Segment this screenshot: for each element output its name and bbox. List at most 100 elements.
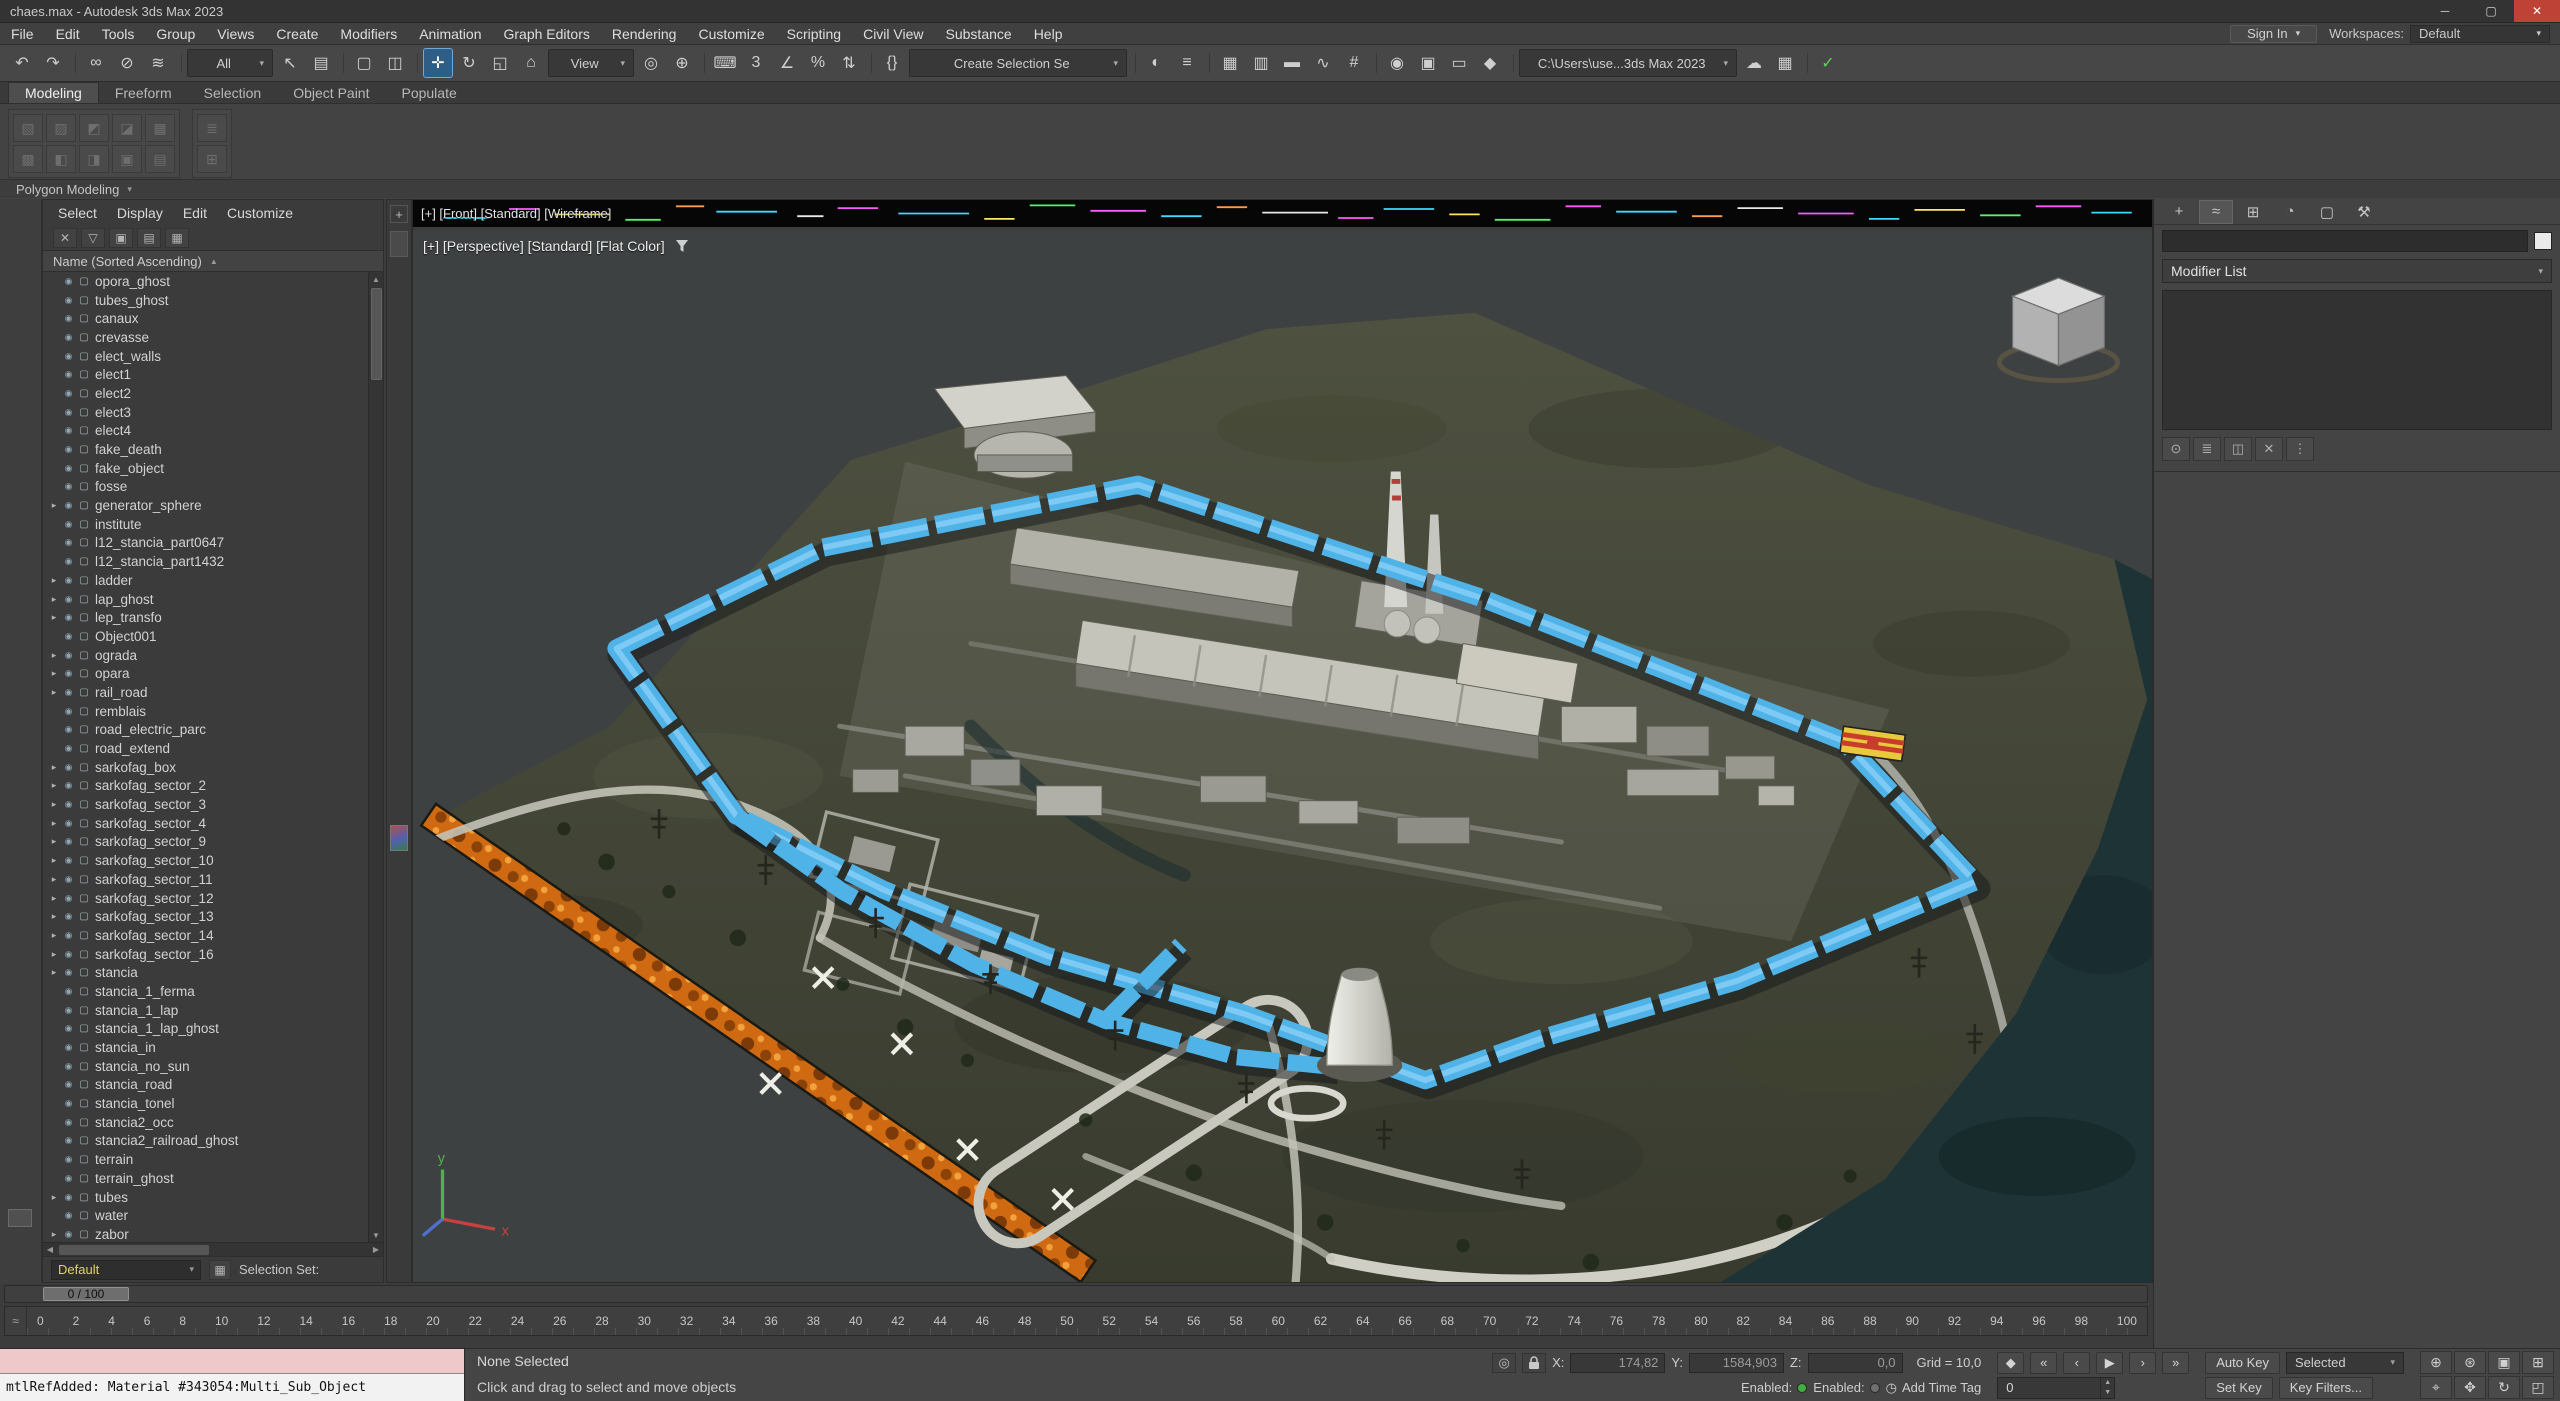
scene-object-row[interactable]: ▸ ◉ ▢ terrain [43,1150,368,1169]
curve-editor-icon[interactable]: ∿ ▾ [1309,49,1337,77]
expand-caret-icon[interactable]: ▸ [47,836,61,847]
scene-object-row[interactable]: ▸ ◉ ▢ generator_sphere [43,496,368,515]
ribbon-tab[interactable]: Object Paint [277,83,385,103]
viewport-filter-funnel-icon[interactable] [675,239,689,253]
menu-item[interactable]: Create [265,23,329,45]
expand-caret-icon[interactable]: ▸ [47,967,61,978]
project-folder-combo[interactable]: C:\Users\use...3ds Max 2023 ▾ [1519,49,1737,77]
spin-up-icon[interactable]: ▲ [2101,1378,2114,1388]
scene-object-row[interactable]: ▸ ◉ ▢ Object001 [43,627,368,646]
scene-object-row[interactable]: ▸ ◉ ▢ elect2 [43,384,368,403]
undo-icon[interactable]: ↶ ▾ [8,49,36,77]
expand-caret-icon[interactable]: ▸ [47,668,61,679]
reference-coordinate-dropdown[interactable]: View ▾ [548,49,634,77]
go-to-start-button[interactable]: « [2030,1352,2057,1374]
menu-item[interactable]: Graph Editors [492,23,600,45]
selection-lock-toggle[interactable] [1522,1353,1546,1373]
explorer-menu-item[interactable]: Edit [174,205,216,221]
scene-object-row[interactable]: ▸ ◉ ▢ canaux [43,309,368,328]
perspective-viewport[interactable]: x y z [+] [Perspective] [Standard] [Flat… [413,230,2152,1282]
next-frame-button[interactable]: › [2129,1352,2156,1374]
add-time-tag[interactable]: ◷Add Time Tag [1886,1380,1982,1396]
rendered-frame-window-icon[interactable]: ▭ ▾ [1445,49,1473,77]
menu-item[interactable]: Group [145,23,206,45]
frame-ruler[interactable]: 0246810121416182022242628303234363840424… [27,1307,2147,1335]
visibility-icon[interactable]: ◉ [61,986,76,997]
scene-object-row[interactable]: ▸ ◉ ▢ sarkofag_sector_10 [43,851,368,870]
visibility-icon[interactable]: ◉ [61,724,76,735]
expand-caret-icon[interactable]: ▸ [47,780,61,791]
expand-caret-icon[interactable]: ▸ [47,500,61,511]
scene-object-row[interactable]: ▸ ◉ ▢ elect_walls [43,347,368,366]
visibility-icon[interactable]: ◉ [61,1079,76,1090]
visibility-icon[interactable]: ◉ [61,687,76,698]
scene-object-row[interactable]: ▸ ◉ ▢ tubes [43,1188,368,1207]
use-pivot-point-icon[interactable]: ◎ ▾ [637,49,665,77]
menu-item[interactable]: Customize [687,23,775,45]
visibility-icon[interactable]: ◉ [61,780,76,791]
visibility-icon[interactable]: ◉ [61,930,76,941]
lock-explorer-icon[interactable]: ▣ [109,228,133,248]
zoom-all-icon[interactable]: ⊛ [2454,1351,2486,1374]
workspaces-dropdown[interactable]: Default▾ [2410,25,2550,43]
selection-filter-dropdown[interactable]: All ▾ [187,49,273,77]
docked-panel-tab[interactable] [8,1209,32,1227]
zoom-extents-icon[interactable]: ▣ [2488,1351,2520,1374]
menu-item[interactable]: Animation [408,23,492,45]
explorer-settings-icon[interactable]: ▦ [165,228,189,248]
scrollbar-thumb[interactable] [371,288,382,380]
layout-tab-thumbnail-active[interactable] [390,825,408,851]
status-enabled-badge[interactable]: Enabled: [1741,1380,1807,1395]
expand-caret-icon[interactable]: ▸ [47,594,61,605]
visibility-icon[interactable]: ◉ [61,594,76,605]
make-unique-icon[interactable]: ◫ [2224,437,2252,461]
visibility-icon[interactable]: ◉ [61,1023,76,1034]
render-production-icon[interactable]: ◆ ▾ [1476,49,1504,77]
visibility-icon[interactable]: ◉ [61,893,76,904]
ribbon-tool-button[interactable]: ◩ [79,114,109,142]
visibility-icon[interactable]: ◉ [61,463,76,474]
scene-object-row[interactable]: ▸ ◉ ▢ l12_stancia_part0647 [43,534,368,553]
scene-object-row[interactable]: ▸ ◉ ▢ fake_object [43,459,368,478]
ribbon-tool-button[interactable]: ▦ [145,114,175,142]
scene-object-row[interactable]: ▸ ◉ ▢ stancia_1_lap_ghost [43,1020,368,1039]
clear-search-icon[interactable]: ✕ [53,228,77,248]
menu-item[interactable]: Edit [45,23,91,45]
selection-set-grid-icon[interactable]: ▦ [209,1260,231,1280]
object-color-swatch[interactable] [2534,232,2552,250]
expand-caret-icon[interactable]: ▸ [47,650,61,661]
object-name-field[interactable] [2162,230,2528,252]
go-to-end-button[interactable]: » [2162,1352,2189,1374]
time-slider-handle[interactable]: 0 / 100 [43,1287,129,1301]
expand-caret-icon[interactable]: ▸ [47,855,61,866]
expand-caret-icon[interactable]: ▸ [47,911,61,922]
scene-object-row[interactable]: ▸ ◉ ▢ remblais [43,702,368,721]
spinner-snap-icon[interactable]: ⇅ ▾ [835,49,863,77]
menu-item[interactable]: Modifiers [329,23,408,45]
scene-object-row[interactable]: ▸ ◉ ▢ sarkofag_sector_3 [43,795,368,814]
pick-parent-icon[interactable]: ▤ [137,228,161,248]
macro-recorder-row[interactable] [0,1349,464,1374]
explorer-horizontal-scrollbar[interactable]: ◀ ▶ [43,1242,383,1256]
front-viewport-label[interactable]: [+] [Front] [Standard] [Wireframe] [421,206,611,221]
scroll-left-icon[interactable]: ◀ [43,1245,57,1254]
remove-modifier-icon[interactable]: ✕ [2255,437,2283,461]
create-tab[interactable]: + [2162,200,2196,224]
render-gallery-icon[interactable]: ▦ ▾ [1771,49,1799,77]
explorer-menu-item[interactable]: Display [108,205,172,221]
display-tab[interactable]: ▢ [2310,200,2344,224]
visibility-icon[interactable]: ◉ [61,444,76,455]
menu-item[interactable]: Civil View [852,23,934,45]
visibility-icon[interactable]: ◉ [61,1061,76,1072]
select-object-icon[interactable]: ↖ ▾ [276,49,304,77]
maximize-button[interactable]: ▢ [2468,0,2514,22]
edit-named-selection-sets-icon[interactable]: {} ▾ [878,49,906,77]
visibility-icon[interactable]: ◉ [61,799,76,810]
select-and-rotate-icon[interactable]: ↻ ▾ [455,49,483,77]
menu-item[interactable]: Help [1023,23,1074,45]
visibility-icon[interactable]: ◉ [61,500,76,511]
security-status-icon[interactable]: ✓ ▾ [1814,49,1842,77]
visibility-icon[interactable]: ◉ [61,369,76,380]
ribbon-tool-button[interactable]: ▧ [13,114,43,142]
scene-object-row[interactable]: ▸ ◉ ▢ sarkofag_sector_13 [43,907,368,926]
